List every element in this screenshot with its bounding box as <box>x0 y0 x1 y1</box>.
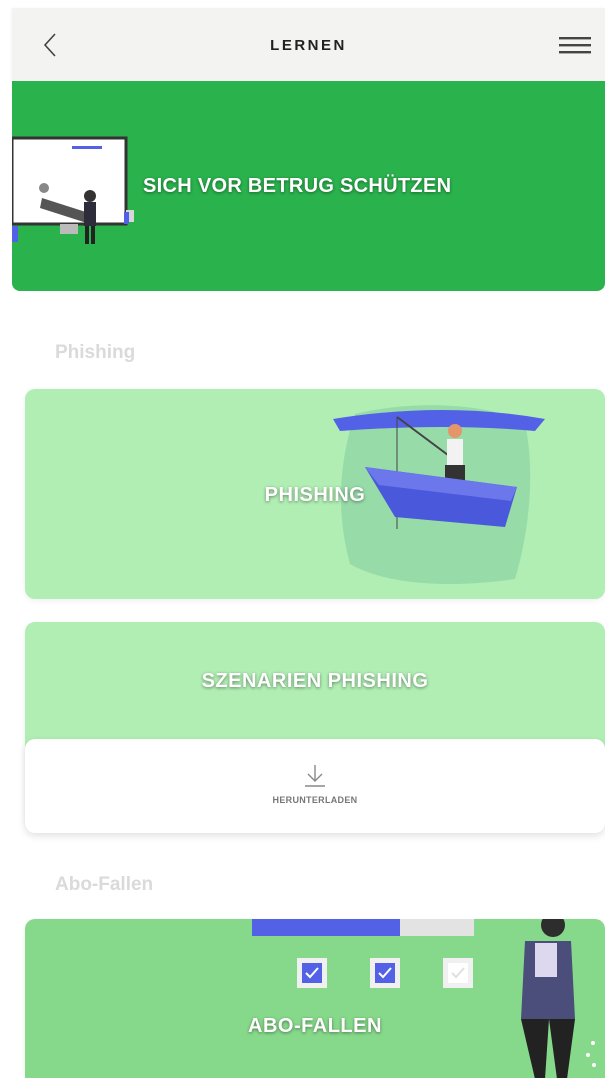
card-phishing[interactable]: PHISHING <box>25 389 605 599</box>
person-illustration <box>521 919 596 1078</box>
section-heading-abo-fallen: Abo-Fallen <box>55 874 154 895</box>
hamburger-menu-icon <box>559 37 591 54</box>
card-title-phishing: PHISHING <box>264 484 366 506</box>
card-title-phishing-scenarios: SZENARIEN PHISHING <box>201 670 429 692</box>
page-title: LERNEN <box>270 37 347 54</box>
card-title-abo-fallen: ABO-FALLEN <box>248 1015 382 1037</box>
download-icon <box>305 765 325 787</box>
menu-button[interactable] <box>559 36 591 56</box>
fraud-protection-illustration <box>12 136 134 244</box>
hero-banner: SICH VOR BETRUG SCHÜTZEN <box>12 81 605 291</box>
section-heading-phishing: Phishing <box>55 342 136 363</box>
card-abo-fallen[interactable]: ABO-FALLEN <box>25 919 605 1078</box>
top-app-bar: LERNEN <box>12 8 605 81</box>
download-button[interactable]: HERUNTERLADEN <box>25 739 605 833</box>
hero-title: SICH VOR BETRUG SCHÜTZEN <box>143 175 452 197</box>
download-label: HERUNTERLADEN <box>272 795 358 805</box>
